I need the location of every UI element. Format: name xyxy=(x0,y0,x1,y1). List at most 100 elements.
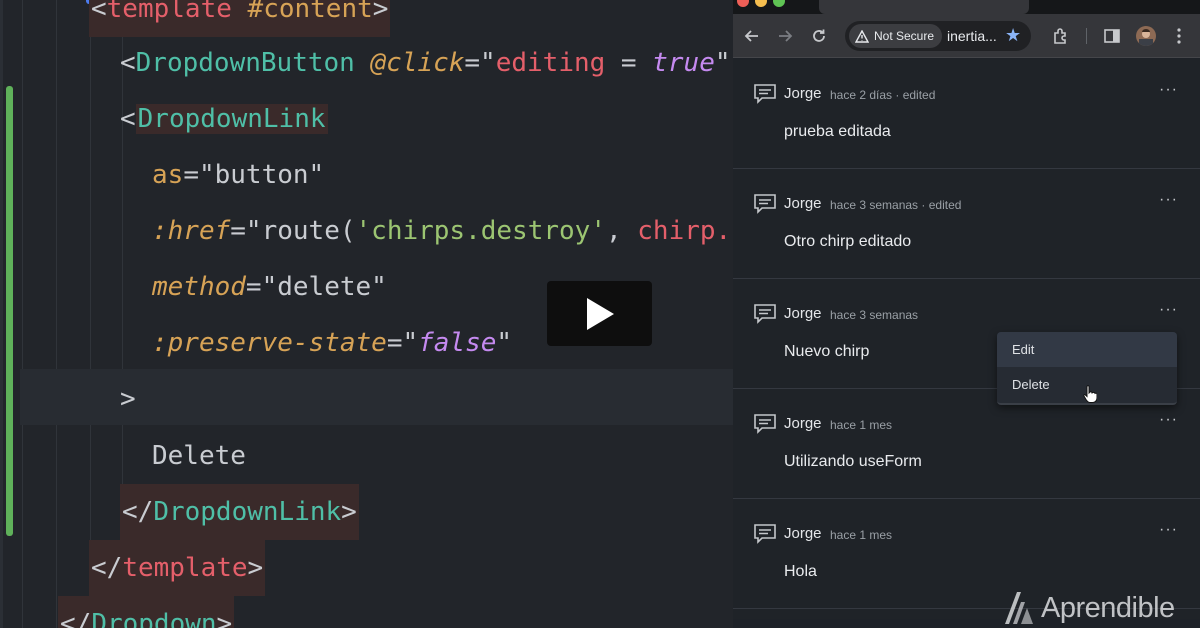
code-token: Dropdown xyxy=(91,609,217,628)
code-token: > xyxy=(247,553,264,583)
browser-menu-button[interactable] xyxy=(1167,24,1191,48)
reload-icon xyxy=(813,29,825,42)
chirp-menu-button[interactable]: ··· xyxy=(1159,521,1178,539)
video-play-button[interactable] xyxy=(547,281,652,346)
url-text[interactable]: inertia... xyxy=(947,21,997,51)
code-token: =" xyxy=(386,328,419,358)
chirp-body: Utilizando useForm xyxy=(784,453,922,470)
code-line: :preserve-state="false" xyxy=(152,315,512,371)
toolbar-divider xyxy=(1086,28,1087,44)
code-line: :href="route('chirps.destroy', chirp. xyxy=(152,203,731,259)
code-token: template xyxy=(106,0,232,24)
code-token: > xyxy=(120,384,136,414)
extensions-button[interactable] xyxy=(1049,24,1073,48)
chat-bubble-icon xyxy=(754,194,776,214)
code-line: </template> xyxy=(89,540,266,596)
minimize-window-icon[interactable] xyxy=(755,0,767,7)
extensions-icon xyxy=(1054,28,1066,44)
chirp-author: Jorge xyxy=(784,525,822,542)
code-token: 'chirps.destroy' xyxy=(355,216,606,246)
chirp-meta: hace 1 mes xyxy=(830,528,893,542)
close-window-icon[interactable] xyxy=(737,0,749,7)
chirp-item: Jorge hace 2 días · edited ··· prueba edita… xyxy=(733,59,1200,169)
code-line: > xyxy=(120,371,136,427)
chirp-menu-button[interactable]: ··· xyxy=(1159,81,1178,99)
code-token: DropdownLink xyxy=(153,497,342,527)
chirp-body: Nuevo chirp xyxy=(784,343,870,360)
code-token: ="route( xyxy=(230,216,356,246)
code-token: < xyxy=(91,0,107,24)
watermark-text: Aprendible xyxy=(1041,591,1175,624)
browser-window: Not Secure inertia... ★ Jorge hace 2 días… xyxy=(733,0,1200,628)
code-token: :href xyxy=(152,216,231,246)
browser-toolbar: Not Secure inertia... ★ xyxy=(733,14,1200,58)
code-token: =" xyxy=(464,48,496,78)
chirp-menu-button[interactable]: ··· xyxy=(1159,301,1178,319)
chirp-body: Otro chirp editado xyxy=(784,233,912,250)
code-token: > xyxy=(341,497,357,527)
maximize-window-icon[interactable] xyxy=(773,0,785,7)
chirp-author: Jorge xyxy=(784,85,822,102)
indent-guide xyxy=(22,0,23,628)
code-token: </ xyxy=(122,497,154,527)
sidebar-icon xyxy=(1104,29,1120,43)
warning-icon xyxy=(855,29,869,43)
dropdown-item-edit[interactable]: Edit xyxy=(997,332,1177,367)
code-token: </ xyxy=(60,609,92,628)
code-token: method xyxy=(152,272,246,302)
pointer-cursor-icon xyxy=(1083,385,1097,403)
chirp-menu-button[interactable]: ··· xyxy=(1159,191,1178,209)
code-token: < xyxy=(120,48,136,78)
code-token: Delete xyxy=(152,441,246,471)
chat-bubble-icon xyxy=(754,524,776,544)
forward-button[interactable] xyxy=(773,24,797,48)
address-bar[interactable]: Not Secure inertia... ★ xyxy=(845,21,1031,51)
chirp-meta: hace 2 días · edited xyxy=(830,88,936,102)
chirp-body: prueba editada xyxy=(784,123,891,140)
code-token: < xyxy=(120,104,136,134)
aprendible-logo-icon xyxy=(1005,592,1033,624)
security-chip[interactable]: Not Secure xyxy=(849,24,943,48)
play-icon xyxy=(586,297,614,330)
git-change-indicator xyxy=(6,86,13,536)
chat-bubble-icon xyxy=(754,304,776,324)
reload-button[interactable] xyxy=(807,24,831,48)
forward-icon xyxy=(779,30,793,42)
code-token: false xyxy=(418,328,497,358)
aprendible-logo: Aprendible xyxy=(1003,590,1175,626)
editor-gutter xyxy=(0,0,3,628)
security-label: Not Secure xyxy=(874,29,935,43)
code-token: = xyxy=(605,48,653,78)
code-token: > xyxy=(372,0,389,24)
chirp-meta: hace 3 semanas · edited xyxy=(830,198,962,212)
code-token: true xyxy=(652,48,715,78)
chirp-meta: hace 1 mes xyxy=(830,418,893,432)
code-token: DropdownLink xyxy=(135,104,328,134)
chirp-body: Hola xyxy=(784,563,817,580)
code-token: @click xyxy=(370,48,465,78)
code-line: as="button" xyxy=(152,147,324,203)
star-icon[interactable]: ★ xyxy=(1005,25,1021,46)
chirp-item: Jorge hace 1 mes ··· Utilizando useForm xyxy=(733,389,1200,499)
chirp-menu-button[interactable]: ··· xyxy=(1159,411,1178,429)
code-line: </DropdownLink> xyxy=(120,484,359,540)
browser-tab[interactable] xyxy=(819,0,1029,14)
code-token: editing xyxy=(495,48,606,78)
avatar-icon xyxy=(1139,29,1153,46)
code-token: , xyxy=(605,216,638,246)
chat-bubble-icon xyxy=(754,414,776,434)
chirp-item: Jorge hace 3 semanas · edited ··· Otro chir… xyxy=(733,169,1200,279)
code-token: > xyxy=(216,609,233,628)
chirp-author: Jorge xyxy=(784,195,822,212)
code-line: <DropdownLink xyxy=(120,91,328,147)
indent-guide xyxy=(56,0,57,628)
code-token: DropdownButton xyxy=(135,48,355,78)
side-panel-button[interactable] xyxy=(1100,24,1124,48)
code-line: </Dropdown> xyxy=(58,596,235,628)
avatar[interactable] xyxy=(1136,26,1156,46)
code-token: ="button" xyxy=(183,160,325,190)
kebab-icon xyxy=(1177,28,1181,44)
tab-strip xyxy=(733,0,1200,14)
back-button[interactable] xyxy=(740,24,764,48)
